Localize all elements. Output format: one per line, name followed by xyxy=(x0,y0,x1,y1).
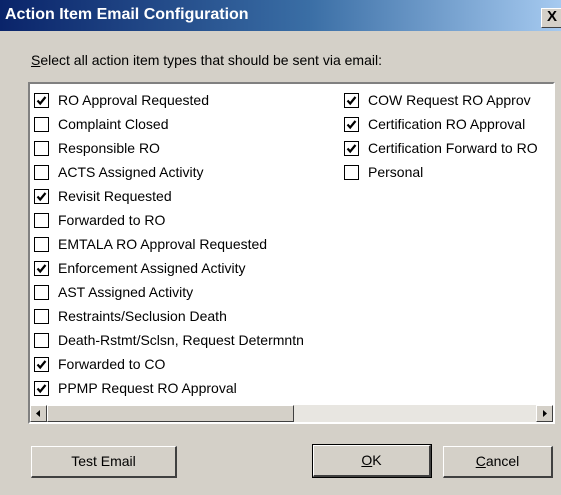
list-item-label: EMTALA RO Approval Requested xyxy=(58,236,268,252)
list-item-label: Responsible RO xyxy=(58,140,160,156)
checkmark-icon xyxy=(36,263,47,273)
checkbox[interactable] xyxy=(344,140,359,156)
cancel-button[interactable]: Cancel xyxy=(443,446,553,478)
close-button[interactable]: X xyxy=(541,8,561,28)
instruction-accel: S xyxy=(31,52,41,68)
scroll-thumb[interactable] xyxy=(47,405,294,422)
list-item[interactable]: Death-Rstmt/Sclsn, Request Determntn xyxy=(34,328,304,352)
checkbox[interactable] xyxy=(34,212,49,228)
checkbox[interactable] xyxy=(34,380,49,396)
checkmark-icon xyxy=(36,359,47,369)
instruction-text: elect all action item types that should … xyxy=(40,52,382,68)
list-column-2: COW Request RO Approv Certification RO Ap… xyxy=(344,88,553,184)
list-item[interactable]: Revisit Requested xyxy=(34,184,304,208)
list-item-label: Forwarded to RO xyxy=(58,212,166,228)
checkmark-icon xyxy=(36,95,47,105)
list-item[interactable]: RO Approval Requested xyxy=(34,88,304,112)
checkbox[interactable] xyxy=(344,164,359,180)
checkmark-icon xyxy=(36,383,47,393)
checkbox[interactable] xyxy=(34,284,49,300)
list-item-label: Enforcement Assigned Activity xyxy=(58,260,246,276)
list-item[interactable]: AST Assigned Activity xyxy=(34,280,304,304)
list-item-label: Personal xyxy=(368,164,424,180)
list-item[interactable]: Responsible RO xyxy=(34,136,304,160)
list-item[interactable]: Certification RO Approval xyxy=(344,112,553,136)
checkbox[interactable] xyxy=(34,164,49,180)
test-email-button[interactable]: Test Email xyxy=(31,446,177,478)
list-item[interactable]: Certification Forward to RO xyxy=(344,136,553,160)
list-item-label: Forwarded to CO xyxy=(58,356,166,372)
ok-label: K xyxy=(372,452,382,468)
horizontal-scrollbar[interactable] xyxy=(30,405,553,422)
list-item-label: Restraints/Seclusion Death xyxy=(58,308,227,324)
list-item-label: RO Approval Requested xyxy=(58,92,209,108)
instruction-label: Select all action item types that should… xyxy=(31,52,382,68)
checkbox[interactable] xyxy=(34,140,49,156)
list-item[interactable]: Restraints/Seclusion Death xyxy=(34,304,304,328)
checkmark-icon xyxy=(346,143,357,153)
list-item-label: Complaint Closed xyxy=(58,116,169,132)
checkbox[interactable] xyxy=(34,236,49,252)
title-bar[interactable]: Action Item Email Configuration X xyxy=(0,0,561,31)
test-email-label: Test Email xyxy=(71,453,136,469)
checkbox[interactable] xyxy=(344,116,359,132)
list-item-label: Death-Rstmt/Sclsn, Request Determntn xyxy=(58,332,304,348)
arrow-left-icon xyxy=(36,410,40,417)
list-item-label: PPMP Request RO Approval xyxy=(58,380,237,396)
list-item-label: Certification Forward to RO xyxy=(368,140,538,156)
arrow-right-icon xyxy=(543,410,547,417)
ok-button[interactable]: OK xyxy=(312,444,432,478)
cancel-label: ancel xyxy=(485,453,520,469)
list-item[interactable]: COW Request RO Approv xyxy=(344,88,553,112)
cancel-accel: C xyxy=(475,453,486,469)
list-item[interactable]: ACTS Assigned Activity xyxy=(34,160,304,184)
checkbox[interactable] xyxy=(34,260,49,276)
checkbox[interactable] xyxy=(34,92,49,108)
checkbox[interactable] xyxy=(34,308,49,324)
action-item-type-list[interactable]: RO Approval Requested Complaint Closed Res… xyxy=(28,82,555,424)
checkbox[interactable] xyxy=(34,188,49,204)
list-item[interactable]: Forwarded to RO xyxy=(34,208,304,232)
checkbox[interactable] xyxy=(34,116,49,132)
scroll-right-button[interactable] xyxy=(536,405,553,422)
window-title: Action Item Email Configuration xyxy=(5,6,249,23)
scroll-left-button[interactable] xyxy=(30,405,47,422)
list-item[interactable]: PPMP Request RO Approval xyxy=(34,376,304,400)
list-item-label: Revisit Requested xyxy=(58,188,172,204)
checkmark-icon xyxy=(36,191,47,201)
checkbox[interactable] xyxy=(344,92,359,108)
list-item[interactable]: Complaint Closed xyxy=(34,112,304,136)
checkbox[interactable] xyxy=(34,332,49,348)
list-item-label: AST Assigned Activity xyxy=(58,284,194,300)
list-item-label: COW Request RO Approv xyxy=(368,92,531,108)
list-item-label: ACTS Assigned Activity xyxy=(58,164,204,180)
ok-accel: O xyxy=(361,452,373,468)
checkmark-icon xyxy=(346,95,357,105)
checkbox[interactable] xyxy=(34,356,49,372)
checkmark-icon xyxy=(346,119,357,129)
list-column-1: RO Approval Requested Complaint Closed Res… xyxy=(34,88,304,400)
list-item[interactable]: Forwarded to CO xyxy=(34,352,304,376)
list-item[interactable]: Enforcement Assigned Activity xyxy=(34,256,304,280)
close-icon: X xyxy=(547,8,558,25)
list-item[interactable]: EMTALA RO Approval Requested xyxy=(34,232,304,256)
list-item-label: Certification RO Approval xyxy=(368,116,526,132)
list-item[interactable]: Personal xyxy=(344,160,553,184)
